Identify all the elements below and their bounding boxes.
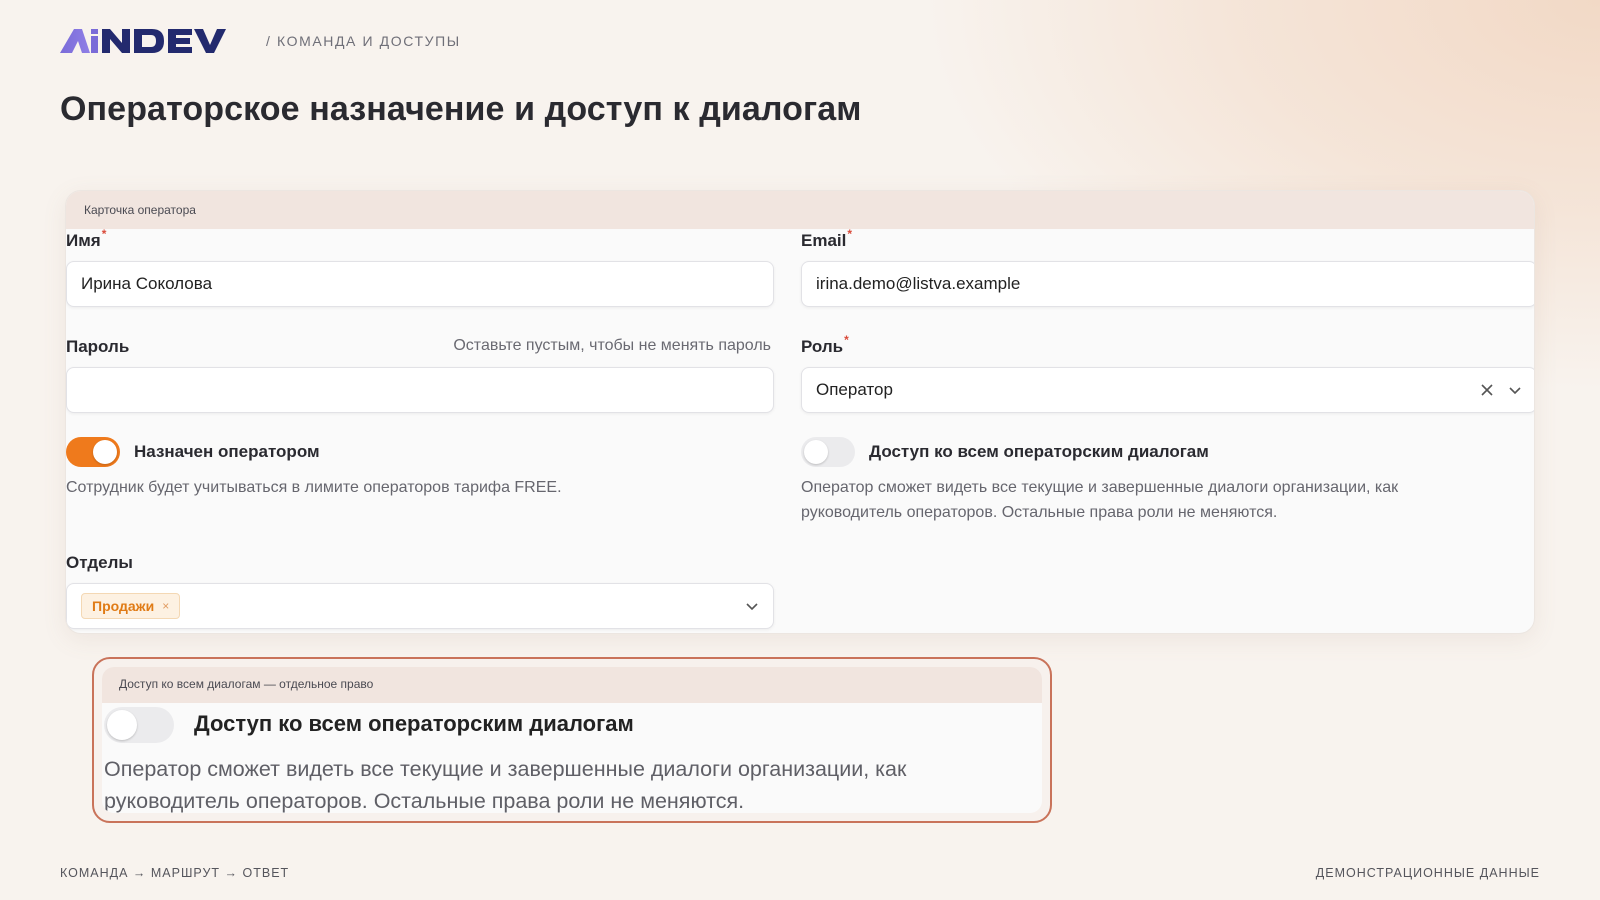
all-dialogs-toggle[interactable] xyxy=(801,437,855,467)
name-label-text: Имя xyxy=(66,231,101,250)
chevron-down-icon[interactable] xyxy=(1508,383,1522,397)
email-label-text: Email xyxy=(801,231,847,250)
page-title: Операторское назначение и доступ к диало… xyxy=(60,90,862,128)
departments-select[interactable]: Продажи × xyxy=(66,583,774,629)
callout-description: Оператор сможет видеть все текущие и зав… xyxy=(104,753,1034,813)
name-input[interactable]: Ирина Соколова xyxy=(66,261,774,307)
name-label: Имя* xyxy=(66,227,106,251)
all-dialogs-description: Оператор сможет видеть все текущие и зав… xyxy=(801,475,1521,525)
assigned-operator-toggle[interactable] xyxy=(66,437,120,467)
footer-flow: КОМАНДА → МАРШРУТ → ОТВЕТ xyxy=(60,866,290,880)
toggle-knob xyxy=(107,710,137,740)
department-tag-label: Продажи xyxy=(92,598,155,614)
logo-wordmark xyxy=(60,29,226,53)
required-marker: * xyxy=(101,227,107,241)
top-bar: / КОМАНДА И ДОСТУПЫ xyxy=(60,26,461,56)
assigned-operator-description: Сотрудник будет учитываться в лимите опе… xyxy=(66,479,562,496)
all-dialogs-callout: Доступ ко всем диалогам — отдельное прав… xyxy=(92,657,1052,823)
role-label-text: Роль xyxy=(801,337,844,356)
callout-all-dialogs-toggle[interactable] xyxy=(104,707,174,743)
operator-card: Карточка оператора Имя* Ирина Соколова E… xyxy=(65,190,1535,634)
callout-inner: Доступ ко всем диалогам — отдельное прав… xyxy=(102,667,1042,813)
department-tag[interactable]: Продажи × xyxy=(81,593,181,619)
callout-header: Доступ ко всем диалогам — отдельное прав… xyxy=(102,667,1042,703)
assigned-operator-label: Назначен оператором xyxy=(134,442,320,461)
role-label: Роль* xyxy=(801,333,849,357)
required-marker: * xyxy=(847,227,853,241)
breadcrumb[interactable]: / КОМАНДА И ДОСТУПЫ xyxy=(266,33,461,49)
role-select[interactable]: Оператор xyxy=(801,367,1534,413)
all-dialogs-label: Доступ ко всем операторским диалогам xyxy=(869,442,1209,461)
card-header: Карточка оператора xyxy=(66,191,1534,229)
password-hint: Оставьте пустым, чтобы не менять пароль xyxy=(453,337,771,354)
toggle-knob xyxy=(804,440,828,464)
chevron-down-icon[interactable] xyxy=(745,599,759,613)
footer-demo-label: ДЕМОНСТРАЦИОННЫЕ ДАННЫЕ xyxy=(1315,866,1540,880)
required-marker: * xyxy=(844,333,849,347)
callout-description-line2: руководитель операторов. Остальные права… xyxy=(104,789,745,813)
departments-label: Отделы xyxy=(66,553,133,572)
departments-select-icons xyxy=(745,584,759,628)
password-label: Пароль xyxy=(66,337,130,356)
clear-icon[interactable] xyxy=(1480,383,1494,397)
role-select-icons xyxy=(1480,368,1522,412)
email-label: Email* xyxy=(801,227,852,251)
all-dialogs-description-line1: Оператор сможет видеть все текущие и зав… xyxy=(801,479,1399,496)
role-select-value: Оператор xyxy=(816,380,893,399)
remove-tag-icon[interactable]: × xyxy=(162,599,169,613)
toggle-knob xyxy=(93,440,117,464)
email-input[interactable]: irina.demo@listva.example xyxy=(801,261,1534,307)
password-input[interactable] xyxy=(66,367,774,413)
aindev-logo[interactable] xyxy=(60,27,240,55)
callout-toggle-label: Доступ ко всем операторским диалогам xyxy=(194,711,634,736)
callout-description-line1: Оператор сможет видеть все текущие и зав… xyxy=(104,757,907,781)
all-dialogs-description-line2: руководитель операторов. Остальные права… xyxy=(801,504,1278,521)
